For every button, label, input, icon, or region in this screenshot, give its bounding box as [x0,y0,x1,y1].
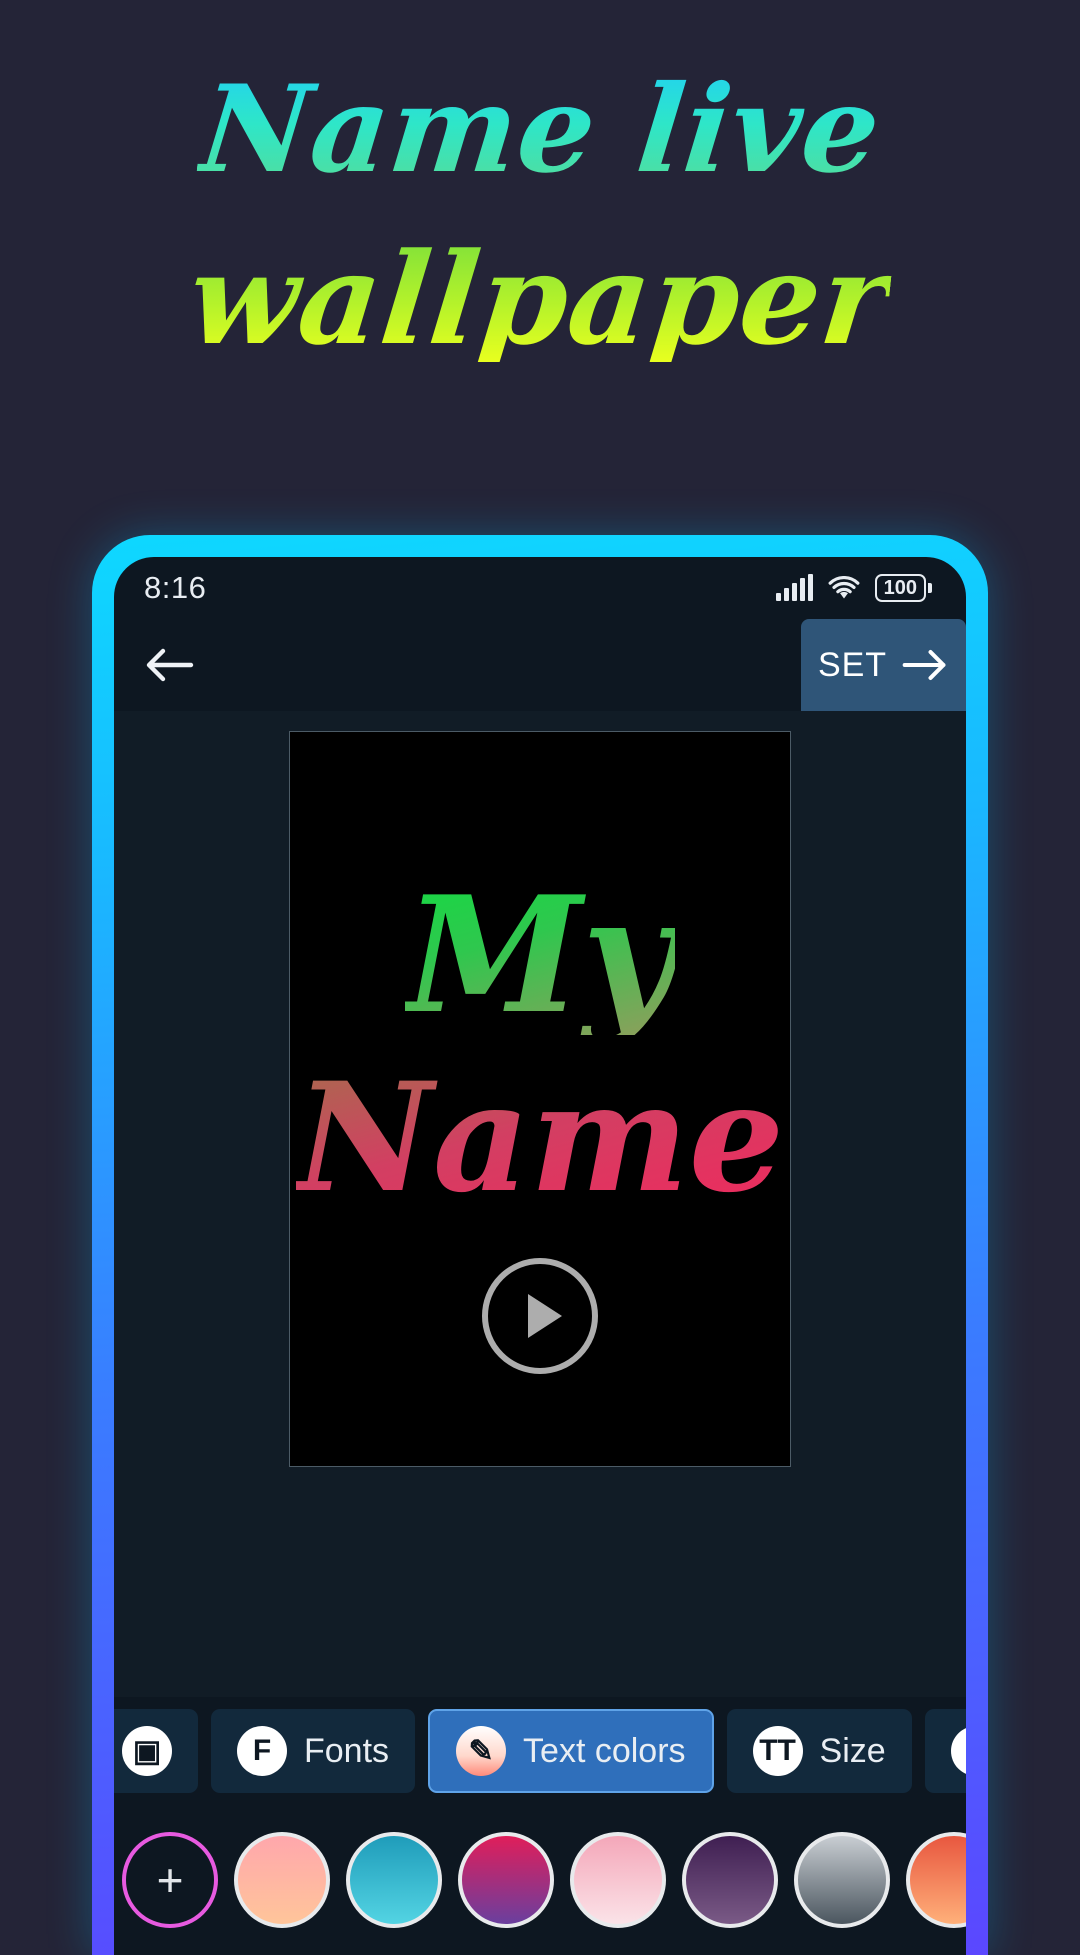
play-button[interactable] [482,1258,598,1374]
color-swatch-row[interactable]: + [114,1805,966,1955]
tool-chip-size-label: Size [819,1731,886,1770]
set-button-label: SET [817,645,888,684]
status-icons: 100 [775,573,932,602]
phone-mockup: 8:16 100 SET My Name ▣ F Fonts ✎ Text co… [92,535,988,1955]
swatch-crimson-purple[interactable] [458,1832,554,1928]
wallpaper-word-2: Name [295,1050,785,1226]
battery-level: 100 [874,574,926,602]
tool-chip-fonts[interactable]: F Fonts [211,1709,416,1793]
swatch-deep-purple[interactable] [682,1832,778,1928]
battery-tip [928,583,932,593]
back-button[interactable] [114,619,224,711]
speed-gauge-icon: ◔ [950,1726,966,1776]
tool-chip-size[interactable]: TT Size [726,1709,912,1793]
app-bar: SET [114,619,966,711]
status-bar: 8:16 100 [114,557,966,619]
swatch-silver[interactable] [794,1832,890,1928]
swatch-teal[interactable] [346,1832,442,1928]
set-button[interactable]: SET [801,619,966,711]
text-size-icon: TT [752,1726,803,1776]
promo-line-2: wallpaper [182,225,898,373]
promo-headline: Name live wallpaper [0,0,1080,520]
arrow-left-icon [146,648,194,682]
wallpaper-word-1: My [404,861,676,1049]
wifi-icon [828,575,860,598]
status-time: 8:16 [144,570,207,605]
play-icon [527,1294,562,1338]
preview-stage: My Name [114,711,966,1697]
tool-chip-text-colors[interactable]: ✎ Text colors [428,1709,714,1793]
tool-chip-speed[interactable]: ◔ [924,1709,966,1793]
tool-chip-row[interactable]: ▣ F Fonts ✎ Text colors TT Size ◔ [114,1697,966,1805]
eyedropper-icon: ✎ [456,1726,507,1776]
wallpaper-canvas[interactable]: My Name [289,731,791,1467]
promo-line-1: Name live [193,59,887,200]
tool-chip-text-colors-label: Text colors [523,1731,686,1770]
font-icon: F [237,1726,287,1776]
tool-chip-crop[interactable]: ▣ [114,1709,198,1793]
cellular-signal-icon [775,573,813,601]
arrow-right-icon [902,650,946,680]
swatch-coral[interactable] [906,1832,966,1928]
phone-screen: 8:16 100 SET My Name ▣ F Fonts ✎ Text co… [114,557,966,1955]
swatch-light-pink[interactable] [570,1832,666,1928]
swatch-add-button[interactable]: + [122,1832,218,1928]
swatch-peach[interactable] [234,1832,330,1928]
battery-icon: 100 [874,574,932,602]
tool-chip-fonts-label: Fonts [304,1731,390,1770]
crop-icon: ▣ [122,1726,172,1776]
